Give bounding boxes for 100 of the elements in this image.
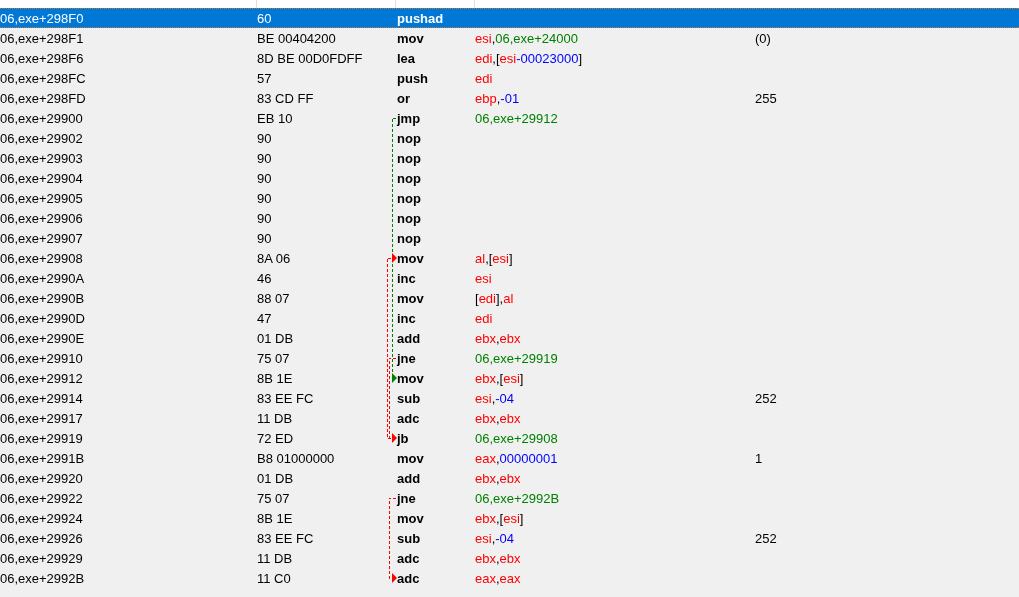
table-row[interactable]: 06,exe+29910 75 07 jne 06,exe+29919 xyxy=(0,348,1019,368)
table-row[interactable]: 06,exe+298FC 57 push edi xyxy=(0,68,1019,88)
bytes-cell: 72 ED xyxy=(257,430,294,446)
bytes-cell: 90 xyxy=(257,230,272,246)
table-row[interactable]: 06,exe+298F0 60 pushad xyxy=(0,8,1019,28)
bytes-cell: 11 DB xyxy=(257,410,293,426)
operand-cell: eax,00000001 xyxy=(475,450,558,466)
address-cell: 06,exe+29908 xyxy=(0,250,83,266)
operand-cell: 06,exe+29908 xyxy=(475,430,558,446)
table-row[interactable]: 06,exe+2990B 88 07 mov [edi],al xyxy=(0,288,1019,308)
opcode-cell: adc xyxy=(397,550,420,566)
bytes-cell: 8B 1E xyxy=(257,370,293,386)
operand-cell: ebx,ebx xyxy=(475,550,521,566)
operand-cell: esi,-04 xyxy=(475,390,515,406)
operand-cell: 06,exe+2992B xyxy=(475,490,560,506)
table-row[interactable]: 06,exe+29920 01 DB add ebx,ebx xyxy=(0,468,1019,488)
table-row[interactable]: 06,exe+2990A 46 inc esi xyxy=(0,268,1019,288)
address-cell: 06,exe+298F1 xyxy=(0,30,84,46)
table-row[interactable]: 06,exe+29919 72 ED jb 06,exe+29908 xyxy=(0,428,1019,448)
bytes-cell: 57 xyxy=(257,70,272,86)
operand-cell: edi,[esi-00023000] xyxy=(475,50,582,66)
address-cell: 06,exe+2990E xyxy=(0,330,85,346)
bytes-cell: 47 xyxy=(257,310,272,326)
address-cell: 06,exe+29905 xyxy=(0,190,83,206)
bytes-cell: 01 DB xyxy=(257,330,294,346)
bytes-cell: 60 xyxy=(257,10,272,26)
table-row[interactable]: 06,exe+29904 90 nop xyxy=(0,168,1019,188)
table-row[interactable]: 06,exe+29912 8B 1E mov ebx,[esi] xyxy=(0,368,1019,388)
opcode-cell: jmp xyxy=(397,110,421,126)
table-row[interactable]: 06,exe+29924 8B 1E mov ebx,[esi] xyxy=(0,508,1019,528)
table-row[interactable]: 06,exe+29917 11 DB adc ebx,ebx xyxy=(0,408,1019,428)
table-row[interactable]: 06,exe+29922 75 07 jne 06,exe+2992B xyxy=(0,488,1019,508)
operand-cell: 06,exe+29912 xyxy=(475,110,558,126)
address-cell: 06,exe+2991B xyxy=(0,450,85,466)
bytes-cell: 75 07 xyxy=(257,350,290,366)
table-row[interactable]: 06,exe+2990D 47 inc edi xyxy=(0,308,1019,328)
table-row[interactable]: 06,exe+29929 11 DB adc ebx,ebx xyxy=(0,548,1019,568)
bytes-cell: 83 EE FC xyxy=(257,390,314,406)
bytes-cell: 8A 06 xyxy=(257,250,291,266)
table-row[interactable]: 06,exe+29902 90 nop xyxy=(0,128,1019,148)
table-row[interactable]: 06,exe+2990E 01 DB add ebx,ebx xyxy=(0,328,1019,348)
opcode-cell: mov xyxy=(397,450,424,466)
opcode-cell: sub xyxy=(397,390,421,406)
table-row[interactable]: 06,exe+29914 83 EE FC sub esi,-04 252 xyxy=(0,388,1019,408)
comment-cell: 252 xyxy=(755,390,777,406)
opcode-cell: jne xyxy=(397,350,416,366)
address-cell: 06,exe+29929 xyxy=(0,550,83,566)
opcode-cell: nop xyxy=(397,210,421,226)
address-cell: 06,exe+29914 xyxy=(0,390,83,406)
table-row[interactable]: 06,exe+29907 90 nop xyxy=(0,228,1019,248)
bytes-cell: 11 C0 xyxy=(257,570,291,586)
address-cell: 06,exe+2990A xyxy=(0,270,85,286)
address-cell: 06,exe+29924 xyxy=(0,510,83,526)
opcode-cell: inc xyxy=(397,310,416,326)
opcode-cell: mov xyxy=(397,30,424,46)
opcode-cell: mov xyxy=(397,290,424,306)
bytes-cell: 90 xyxy=(257,130,272,146)
opcode-cell: nop xyxy=(397,130,421,146)
comment-cell: 1 xyxy=(755,450,763,466)
opcode-cell: add xyxy=(397,470,421,486)
table-row[interactable]: 06,exe+29905 90 nop xyxy=(0,188,1019,208)
opcode-cell: adc xyxy=(397,410,420,426)
address-cell: 06,exe+29907 xyxy=(0,230,83,246)
opcode-cell: push xyxy=(397,70,429,86)
operand-cell: eax,eax xyxy=(475,570,521,586)
opcode-cell: pushad xyxy=(397,10,444,26)
bytes-cell: 88 07 xyxy=(257,290,290,306)
operand-cell: 06,exe+29919 xyxy=(475,350,558,366)
address-cell: 06,exe+29912 xyxy=(0,370,83,386)
operand-cell: edi xyxy=(475,310,493,326)
bytes-cell: 90 xyxy=(257,150,272,166)
opcode-cell: adc xyxy=(397,570,420,586)
address-cell: 06,exe+29904 xyxy=(0,170,83,186)
address-cell: 06,exe+29919 xyxy=(0,430,83,446)
address-cell: 06,exe+29902 xyxy=(0,130,83,146)
table-row[interactable]: 06,exe+29926 83 EE FC sub esi,-04 252 xyxy=(0,528,1019,548)
table-row[interactable]: 06,exe+298F6 8D BE 00D0FDFF lea edi,[esi-00023000] xyxy=(0,48,1019,68)
table-row[interactable]: 06,exe+2991B B8 01000000 mov eax,00000001 1 xyxy=(0,448,1019,468)
table-row[interactable]: 06,exe+29903 90 nop xyxy=(0,148,1019,168)
table-row[interactable]: 06,exe+29906 90 nop xyxy=(0,208,1019,228)
operand-cell: ebx,[esi] xyxy=(475,510,524,526)
opcode-cell: sub xyxy=(397,530,421,546)
table-row[interactable]: 06,exe+29900 EB 10 jmp 06,exe+29912 xyxy=(0,108,1019,128)
address-cell: 06,exe+29910 xyxy=(0,350,83,366)
opcode-cell: mov xyxy=(397,370,424,386)
address-cell: 06,exe+29906 xyxy=(0,210,83,226)
table-row[interactable]: 06,exe+29908 8A 06 mov al,[esi] xyxy=(0,248,1019,268)
opcode-cell: nop xyxy=(397,170,421,186)
address-cell: 06,exe+2992B xyxy=(0,570,85,586)
operand-cell: ebx,ebx xyxy=(475,410,521,426)
table-row[interactable]: 06,exe+2992B 11 C0 adc eax,eax xyxy=(0,568,1019,588)
table-row[interactable]: 06,exe+298F1 BE 00404200 mov esi,06,exe+24000 (0) xyxy=(0,28,1019,48)
bytes-cell: 46 xyxy=(257,270,272,286)
operand-cell: esi xyxy=(475,270,492,286)
operand-cell: [edi],al xyxy=(475,290,514,306)
table-row[interactable]: 06,exe+298FD 83 CD FF or ebp,-01 255 xyxy=(0,88,1019,108)
comment-cell: (0) xyxy=(755,30,771,46)
comment-cell: 255 xyxy=(755,90,777,106)
opcode-cell: add xyxy=(397,330,421,346)
operand-cell: ebx,ebx xyxy=(475,470,521,486)
